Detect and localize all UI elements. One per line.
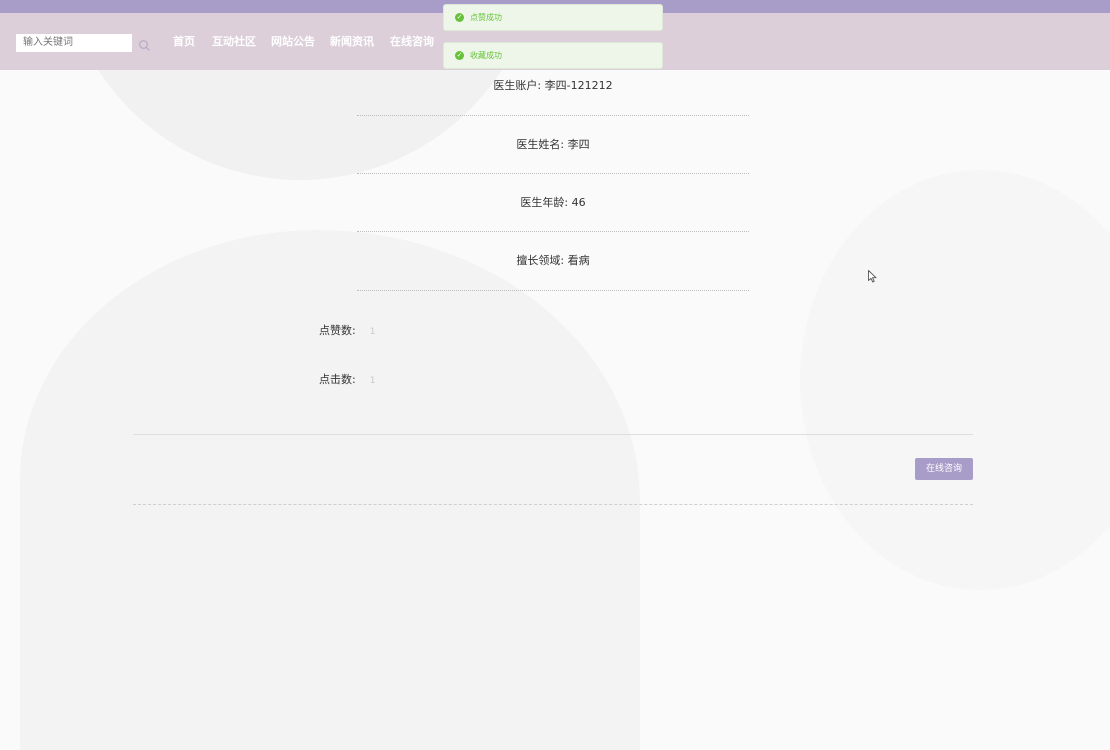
divider	[133, 434, 973, 435]
nav-item-news[interactable]: 新闻资讯	[330, 35, 374, 49]
toast-message: 收藏成功	[470, 51, 502, 60]
toast-message: 点赞成功	[470, 13, 502, 22]
info-row-specialty: 擅长领域: 看病	[357, 233, 749, 291]
search-input[interactable]	[16, 34, 132, 52]
stat-label: 点赞数:	[319, 324, 356, 337]
info-row-age: 医生年龄: 46	[357, 174, 749, 232]
stat-likes: 点赞数: 1	[319, 322, 375, 338]
field-value: 李四	[567, 138, 590, 151]
stat-label: 点击数:	[319, 373, 356, 386]
stat-value: 1	[369, 376, 376, 386]
doctor-detail: 医生账户: 李四-121212 医生姓名: 李四 医生年龄: 46 擅长领域: …	[0, 0, 1110, 505]
toast-notification: ✓ 点赞成功	[443, 4, 663, 31]
field-value: 李四-121212	[544, 79, 613, 92]
info-row-name: 医生姓名: 李四	[357, 116, 749, 174]
online-consult-button[interactable]: 在线咨询	[915, 458, 973, 480]
nav-item-consult[interactable]: 在线咨询	[390, 35, 434, 49]
mouse-cursor-icon	[868, 268, 877, 283]
field-label: 医生账户:	[493, 79, 542, 92]
field-label: 医生年龄:	[520, 196, 569, 209]
field-value: 看病	[567, 254, 590, 267]
field-value: 46	[571, 196, 586, 209]
search-icon[interactable]	[138, 37, 151, 51]
nav-item-home[interactable]: 首页	[173, 35, 195, 49]
toast-notification: ✓ 收藏成功	[443, 42, 663, 69]
nav-item-community[interactable]: 互动社区	[212, 35, 256, 49]
nav-item-announcements[interactable]: 网站公告	[271, 35, 315, 49]
check-circle-icon: ✓	[455, 13, 464, 22]
stat-clicks: 点击数: 1	[319, 371, 375, 387]
field-label: 擅长领域:	[516, 254, 565, 267]
field-label: 医生姓名:	[516, 138, 565, 151]
check-circle-icon: ✓	[455, 51, 464, 60]
stat-value: 1	[369, 327, 376, 337]
